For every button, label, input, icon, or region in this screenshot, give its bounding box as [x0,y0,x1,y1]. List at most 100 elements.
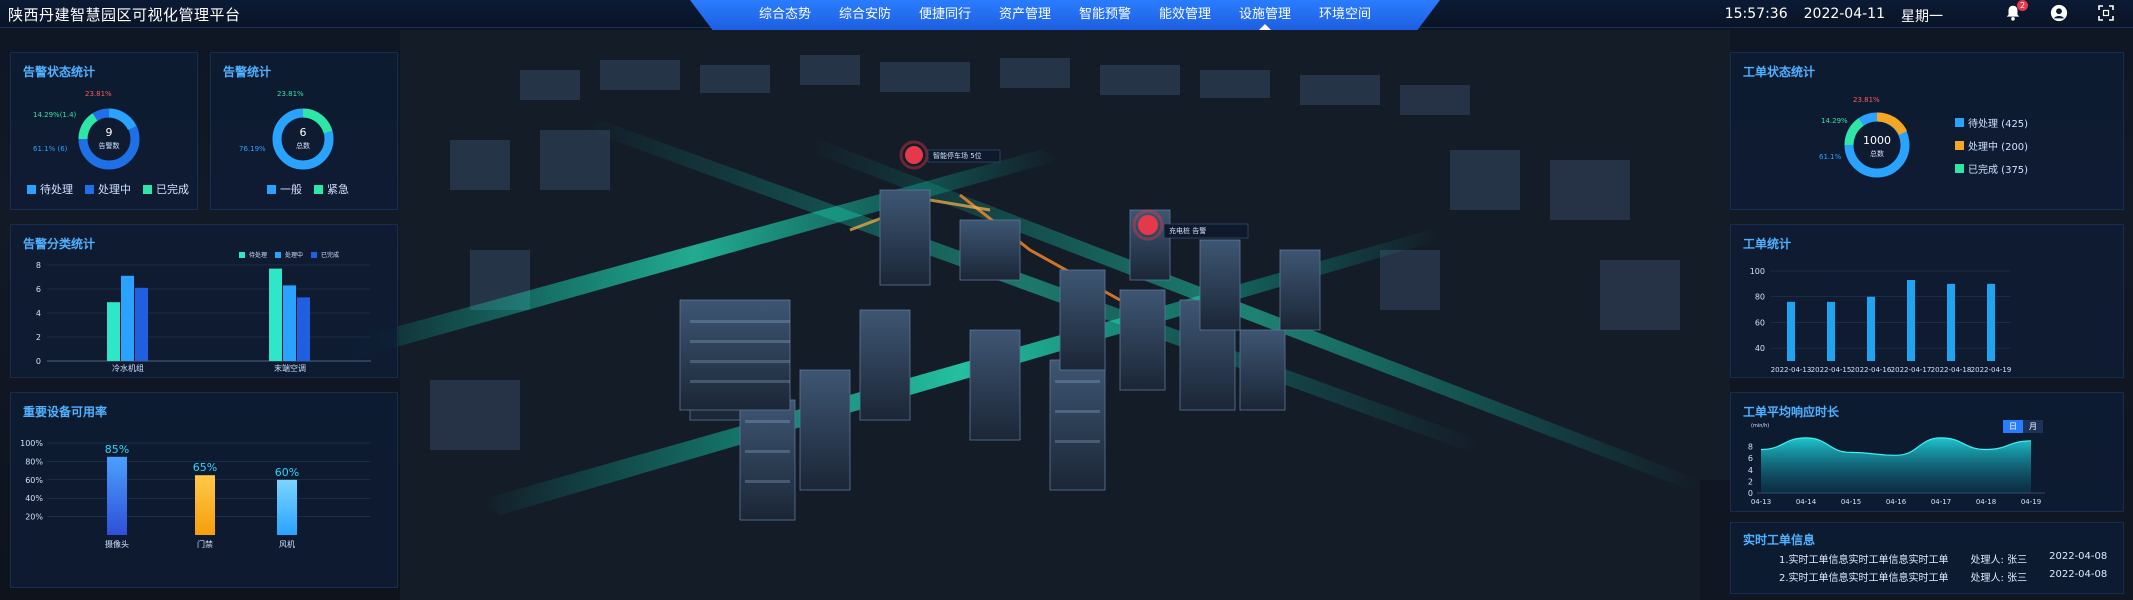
x-tick-label: 04-18 [1976,498,1996,506]
nav-item-warning[interactable]: 智能预警 [1065,0,1145,30]
alarm-stats-pct-top: 23.81% [277,90,304,98]
workorder-pct-mid: 14.29% [1821,117,1848,125]
panel-title: 实时工单信息 [1743,533,1816,547]
y-tick-label: 2 [1748,477,1753,486]
chart-bar [1907,280,1915,361]
legend-item: 已完成 [143,181,189,197]
nav-item-assets[interactable]: 资产管理 [985,0,1065,30]
response-time-chart: 0 2 4 6 8 04-13 04-14 04-15 04-16 04-17 04-18 04-19 [1748,437,2045,506]
y-tick-label: 60 [1755,318,1765,327]
nav-item-overview[interactable]: 综合态势 [745,0,825,30]
map-marker-parking-label: 智能停车场 5位 [933,152,982,160]
x-tick-label: 2022-04-18 [1931,366,1972,374]
alarm-status-pct-mid: 14.29%(1.4) [33,111,77,119]
alarm-status-center-label: 告警数 [98,142,120,150]
nav-item-security[interactable]: 综合安防 [825,0,905,30]
legend-item: 待处理 [27,181,73,197]
workorder-center-label: 总数 [1870,150,1884,158]
x-tick-label: 2022-04-19 [1971,366,2012,374]
clock-weekday: 星期一 [1901,9,1943,25]
legend-item: 处理中 [85,181,131,197]
availability-chart: 20% 40% 60% 80% 100% 85% 摄像头 65% 门禁 60% 风机 [20,439,371,549]
realtime-row-handler: 处理人: 张三 [1970,573,2028,584]
workorder-pct-top: 23.81% [1853,96,1880,104]
y-tick-label: 60% [25,476,43,485]
x-tick-label: 04-19 [2021,498,2041,506]
nav-item-environment[interactable]: 环境空间 [1305,0,1385,30]
chart-bar [1787,301,1795,361]
app-title: 陕西丹建智慧园区可视化管理平台 [8,6,241,24]
panel-alarm-status: 告警状态统计 9 告警数 23.81% 14.29%(1.4) 61.1% (6… [10,52,198,210]
panel-workorder-stats: 工单统计 40 60 80 100 2022-04-13 2022-04-15 2022-0… [1730,224,2124,378]
y-tick-label: 80 [1755,293,1765,302]
bar-value-label: 85% [105,443,129,456]
top-bar: 陕西丹建智慧园区可视化管理平台 综合态势 综合安防 便捷同行 资产管理 智能预警… [0,0,2133,30]
y-tick-label: 20% [25,513,43,522]
workorder-pct-left: 61.1% [1819,153,1842,161]
alarm-stats-center-value: 6 [299,126,307,139]
y-tick-label: 8 [36,261,41,270]
fullscreen-icon[interactable] [2098,5,2114,21]
nav-item-access[interactable]: 便捷同行 [905,0,985,30]
y-tick-label: 100 [1750,267,1765,276]
chart-bar [195,475,215,535]
panel-workorder-status: 工单状态统计 1000 总数 23.81% 14.29% 61.1% 待处理 (… [1730,52,2124,210]
chart-bar [135,287,148,361]
chart-bar [277,479,297,535]
alarm-status-legend: 待处理 处理中 已完成 [27,181,189,197]
x-tick-label: 2022-04-17 [1891,366,1932,374]
x-tick-label: 末端空调 [274,363,306,373]
workorder-center-value: 1000 [1863,134,1891,147]
workorder-status-donut [1844,112,1910,178]
nav-item-energy[interactable]: 能效管理 [1145,0,1225,30]
y-tick-label: 80% [25,457,43,466]
y-tick-label: 100% [20,439,43,448]
main-nav: 综合态势 综合安防 便捷同行 资产管理 智能预警 能效管理 设施管理 环境空间 [690,0,1440,30]
notification-badge: 2 [2017,0,2028,11]
area-fill [1761,437,2031,493]
panel-response-time: 工单平均响应时长 (min/h) 日 月 0 2 4 6 8 04-13 04-14 04-1… [1730,392,2124,512]
alarm-stats-pct-left: 76.19% [239,145,266,153]
chart-bar [121,275,134,361]
x-tick-label: 摄像头 [105,539,129,549]
nav-item-facilities[interactable]: 设施管理 [1225,0,1305,30]
chart-bar [1987,283,1995,361]
realtime-row[interactable]: 2.实时工单信息实时工单信息实时工单 处理人: 张三 2022-04-08 [1779,569,2107,584]
realtime-row-text: 1.实时工单信息实时工单信息实时工单 [1779,555,1949,566]
alarm-status-pct-top: 23.81% [85,90,112,98]
x-tick-label: 2022-04-13 [1771,366,1812,374]
y-tick-label: 4 [36,309,41,318]
clock: 15:57:36 2022-04-11 星期一 [1725,6,1943,26]
realtime-row-date: 2022-04-08 [2049,551,2108,562]
chart-bar [1947,283,1955,361]
y-tick-label: 40 [1755,344,1765,353]
chart-bar [107,456,127,535]
y-tick-label: 40% [25,494,43,503]
alarm-stats-legend: 一般 紧急 [267,181,349,197]
legend-item: 紧急 [314,181,349,197]
user-icon[interactable] [2050,4,2068,22]
alarm-status-pct-bottom: 61.1% (6) [33,145,68,153]
x-tick-label: 2022-04-16 [1851,366,1892,374]
panel-realtime: 实时工单信息 1.实时工单信息实时工单信息实时工单 处理人: 张三 2022-0… [1730,522,2124,594]
panel-availability: 重要设备可用率 20% 40% 60% 80% 100% 85% 摄像头 65% 门禁 60% 风机 [10,392,398,588]
y-tick-label: 8 [1748,443,1753,452]
realtime-row-handler: 处理人: 张三 [1970,555,2028,566]
legend-item: 一般 [267,181,302,197]
y-tick-label: 0 [1748,489,1753,498]
x-tick-label: 门禁 [197,539,213,549]
chart-bar [283,285,296,361]
legend-item: 待处理 (425) [1955,115,2028,130]
x-tick-label: 冷水机组 [112,363,144,373]
alarm-category-chart: 0 2 4 6 8 冷水机组 末端空调 [36,261,371,373]
realtime-row[interactable]: 1.实时工单信息实时工单信息实时工单 处理人: 张三 2022-04-08 [1779,551,2107,566]
y-tick-label: 4 [1748,466,1753,475]
y-tick-label: 0 [36,357,41,366]
legend-item: 处理中 (200) [1955,138,2028,153]
y-tick-label: 2 [36,333,41,342]
chart-bar [297,297,310,361]
bar-value-label: 60% [275,466,299,479]
x-tick-label: 风机 [279,539,295,549]
alarm-status-center-value: 9 [105,126,113,139]
x-tick-label: 04-17 [1931,498,1951,506]
